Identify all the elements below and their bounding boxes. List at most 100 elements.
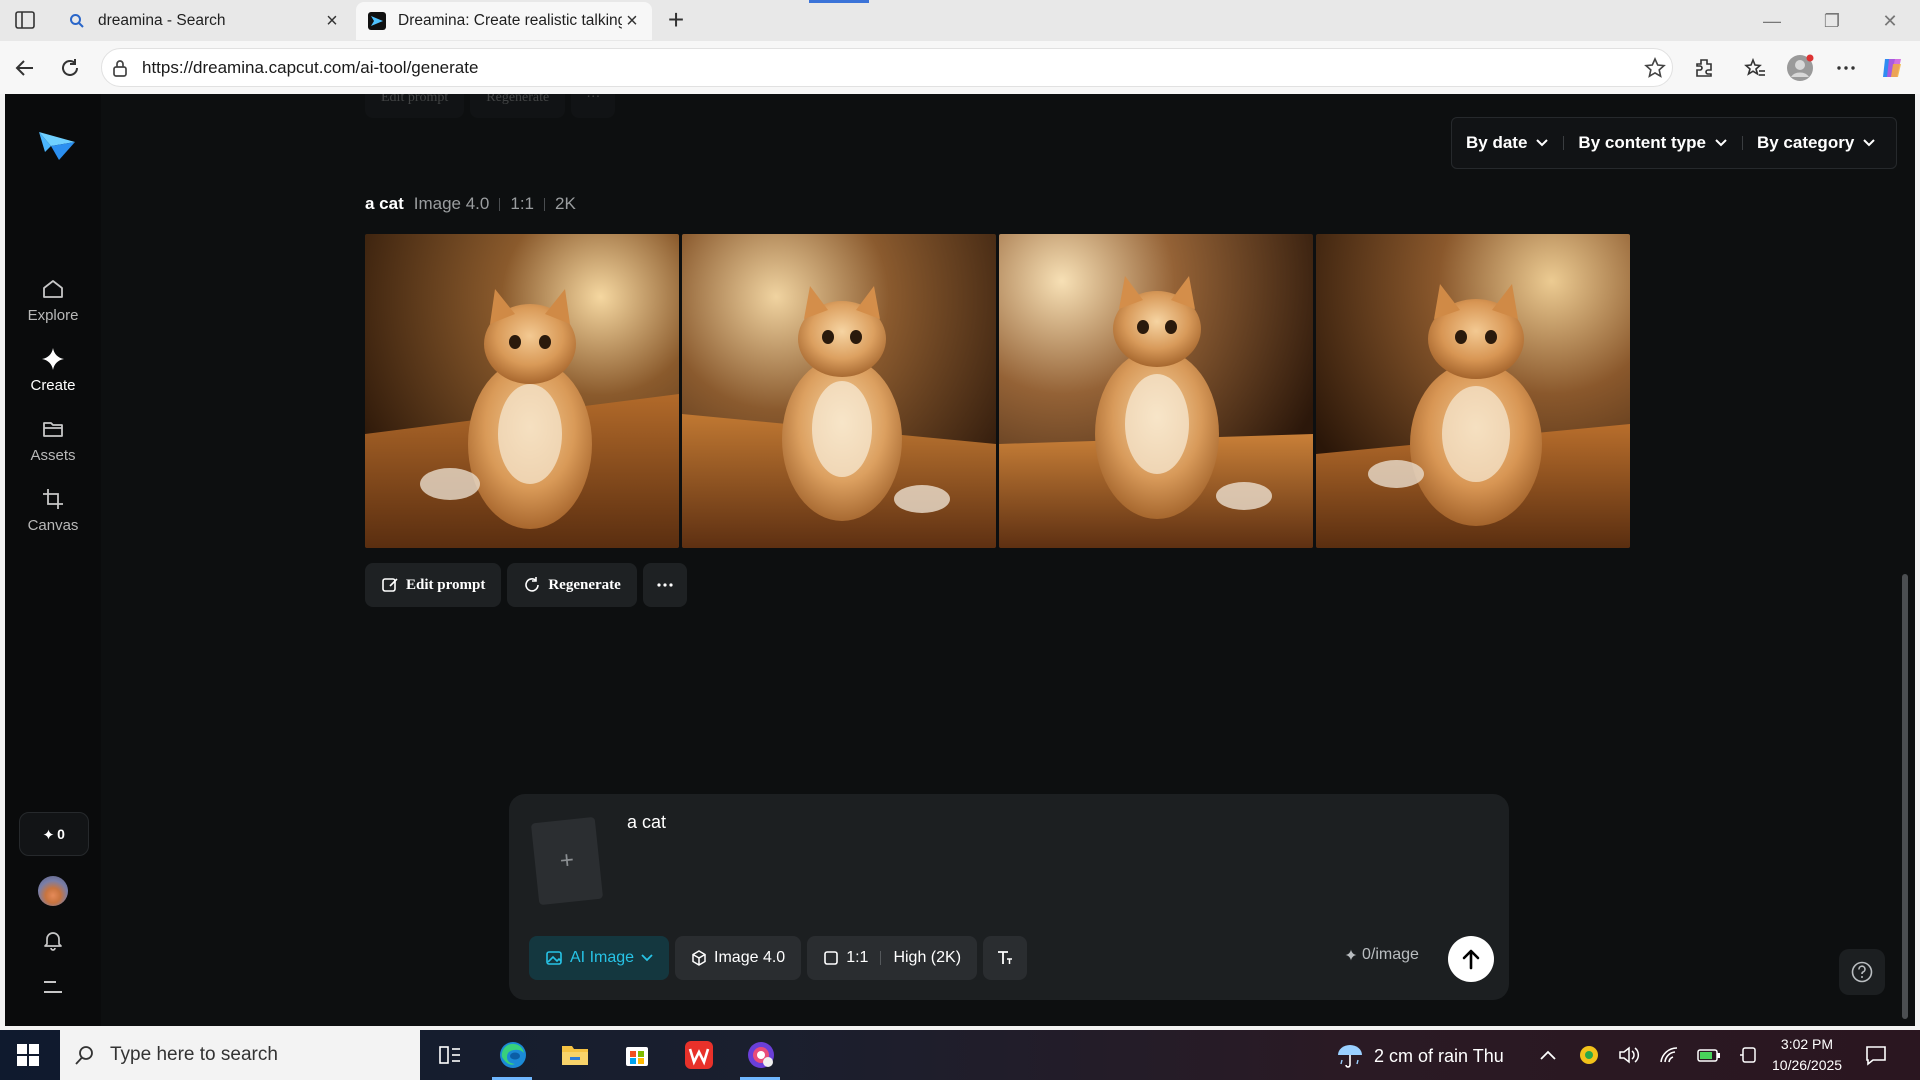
search-icon: [74, 1044, 96, 1066]
generated-image-grid: [365, 234, 1630, 548]
taskbar-search-placeholder: Type here to search: [110, 1044, 278, 1065]
dreamina-page: Explore Create Assets Canvas 0 Edit prom…: [5, 94, 1915, 1026]
extensions-icon[interactable]: [1690, 54, 1718, 82]
left-navigation: Explore Create Assets Canvas 0: [5, 94, 101, 1026]
status-app-icon[interactable]: [1577, 1043, 1601, 1067]
crop-icon: [40, 486, 66, 512]
windows-start-icon[interactable]: [16, 1043, 40, 1067]
browser-tab-strip: dreamina - Search × Dreamina: Create rea…: [0, 0, 1920, 41]
previous-generation-actions: Edit prompt Regenerate ···: [365, 94, 616, 118]
divider: [880, 951, 882, 965]
close-tab-icon[interactable]: ×: [322, 10, 342, 32]
new-tab-icon[interactable]: +: [662, 6, 690, 35]
wifi-icon[interactable]: [1657, 1043, 1681, 1067]
refresh-icon: [523, 576, 541, 594]
notification-icon[interactable]: [1864, 1043, 1888, 1067]
dreamina-logo[interactable]: [35, 124, 79, 164]
mode-selector[interactable]: AI Image: [529, 936, 670, 980]
regenerate-button[interactable]: Regenerate: [470, 94, 566, 118]
avatar[interactable]: [38, 876, 68, 906]
model-selector[interactable]: Image 4.0: [675, 936, 802, 980]
browser-toolbar: https://dreamina.capcut.com/ai-tool/gene…: [0, 41, 1920, 94]
microsoft-store-icon[interactable]: [621, 1039, 653, 1071]
copilot-icon[interactable]: [1878, 54, 1906, 82]
prompt-composer: + a cat AI Image Image 4.0 1:1 High (2K)…: [509, 794, 1509, 1000]
credits-button[interactable]: 0: [19, 812, 89, 856]
credit-cost: 0/image: [1345, 946, 1419, 964]
favorites-icon[interactable]: [1741, 54, 1769, 82]
site-info-icon[interactable]: [112, 59, 132, 77]
edit-prompt-button[interactable]: Edit prompt: [365, 94, 465, 118]
app-icon[interactable]: [745, 1039, 777, 1071]
chevron-down-icon: [641, 954, 653, 962]
regenerate-button[interactable]: Regenerate: [507, 563, 637, 607]
favorite-star-icon[interactable]: [1638, 56, 1672, 79]
divider: [1741, 136, 1743, 150]
windows-taskbar: Type here to search 2 cm of rain Thu 3:0…: [0, 1030, 1920, 1080]
restore-icon[interactable]: ❐: [1812, 8, 1852, 34]
chevron-down-icon: [1714, 138, 1728, 148]
prompt-input[interactable]: a cat: [627, 812, 666, 833]
sidebar-item-assets[interactable]: Assets: [5, 416, 101, 476]
device-icon[interactable]: [1737, 1043, 1761, 1067]
generated-image[interactable]: [365, 234, 679, 548]
generation-resolution: 2K: [555, 194, 576, 213]
speaker-icon[interactable]: [1617, 1043, 1641, 1067]
mode-label: AI Image: [570, 949, 635, 966]
chevron-down-icon: [1535, 138, 1549, 148]
sidebar-item-label: Create: [30, 377, 76, 394]
filter-by-date[interactable]: By date: [1466, 133, 1549, 153]
tab-dreamina-create[interactable]: Dreamina: Create realistic talking ×: [356, 2, 652, 40]
task-view-icon[interactable]: [434, 1039, 466, 1071]
back-icon[interactable]: [11, 54, 39, 82]
profile-avatar-icon[interactable]: [1786, 54, 1814, 82]
add-reference-image-button[interactable]: +: [530, 816, 604, 906]
generation-actions: Edit prompt Regenerate: [365, 563, 687, 607]
file-explorer-icon[interactable]: [559, 1039, 591, 1071]
tab-dreamina-search[interactable]: dreamina - Search ×: [56, 2, 352, 40]
weather-widget[interactable]: 2 cm of rain Thu: [1336, 1042, 1504, 1070]
generated-image[interactable]: [682, 234, 996, 548]
minimize-icon[interactable]: —: [1752, 8, 1792, 34]
more-button[interactable]: ···: [571, 94, 616, 118]
chevron-up-icon[interactable]: [1536, 1043, 1560, 1067]
divider: [1563, 136, 1565, 150]
sidebar-item-explore[interactable]: Explore: [5, 276, 101, 336]
close-window-icon[interactable]: ✕: [1870, 8, 1910, 34]
page-scrollbar[interactable]: [1902, 574, 1908, 1019]
more-options-button[interactable]: [642, 563, 687, 607]
filter-by-content-type[interactable]: By content type: [1578, 133, 1728, 153]
credits-count: 0: [57, 826, 65, 842]
menu-icon[interactable]: [42, 978, 64, 996]
more-options-icon[interactable]: [1832, 54, 1860, 82]
url-text[interactable]: https://dreamina.capcut.com/ai-tool/gene…: [142, 58, 1638, 78]
edge-browser-icon[interactable]: [497, 1039, 529, 1071]
generated-image[interactable]: [999, 234, 1313, 548]
tab-actions-icon[interactable]: [12, 8, 38, 32]
system-clock[interactable]: 3:02 PM 10/26/2025: [1772, 1034, 1842, 1076]
text-settings-button[interactable]: [983, 936, 1028, 980]
sidebar-item-canvas[interactable]: Canvas: [5, 486, 101, 546]
taskbar-search-box[interactable]: Type here to search: [60, 1030, 420, 1080]
battery-icon[interactable]: [1697, 1043, 1721, 1067]
filter-by-category[interactable]: By category: [1757, 133, 1876, 153]
sidebar-item-create[interactable]: Create: [5, 346, 101, 406]
refresh-icon[interactable]: [56, 54, 84, 82]
wps-office-icon[interactable]: [683, 1039, 715, 1071]
help-button[interactable]: [1839, 949, 1885, 995]
ratio-quality-selector[interactable]: 1:1 High (2K): [807, 936, 978, 980]
generate-button[interactable]: [1448, 936, 1494, 982]
dreamina-favicon: [368, 12, 386, 30]
close-tab-icon[interactable]: ×: [622, 10, 642, 32]
sparkle-icon: [1345, 949, 1357, 961]
generated-image[interactable]: [1316, 234, 1630, 548]
tab-title: dreamina - Search: [98, 12, 226, 29]
edit-prompt-button[interactable]: Edit prompt: [365, 563, 502, 607]
sidebar-item-label: Canvas: [27, 517, 79, 534]
aspect-ratio-icon: [823, 950, 839, 966]
generation-meta: a cat Image 4.0 1:1 2K: [365, 194, 576, 214]
cube-icon: [691, 950, 707, 966]
address-bar[interactable]: https://dreamina.capcut.com/ai-tool/gene…: [101, 48, 1673, 87]
bell-icon[interactable]: [41, 928, 65, 952]
generation-prompt[interactable]: a cat: [365, 194, 404, 214]
